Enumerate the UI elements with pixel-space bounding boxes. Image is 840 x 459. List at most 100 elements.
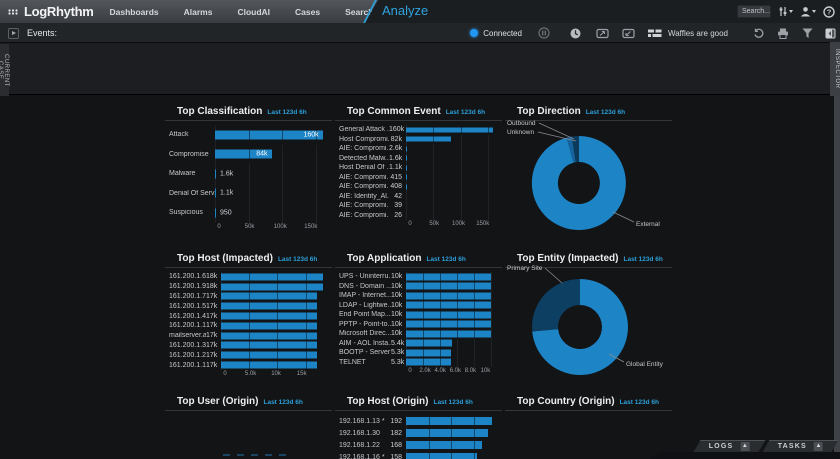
- bar[interactable]: [221, 322, 317, 329]
- gridline: [429, 415, 430, 427]
- bar[interactable]: [221, 332, 317, 339]
- gridline: [423, 348, 424, 358]
- x-axis: 02.0k4.0k6.0k8.0k10k: [410, 367, 490, 376]
- bar[interactable]: [406, 417, 492, 425]
- current-case-tab[interactable]: CURRENT CASE: [0, 44, 9, 96]
- bar-value: 17k: [206, 313, 221, 320]
- inspector-tab[interactable]: INSPECTOR: [830, 42, 840, 96]
- toolbar-actions: Connected: [470, 23, 840, 43]
- gridline: [491, 291, 492, 301]
- collapse-panel-button[interactable]: [825, 28, 836, 39]
- bar[interactable]: [406, 429, 488, 437]
- bar-plot-area: [406, 358, 496, 368]
- inspector-panel-edge[interactable]: [834, 96, 840, 459]
- nav-item-cases[interactable]: Cases: [295, 7, 320, 17]
- panel-header: Top User (Origin)Last 123d 6h: [165, 389, 332, 411]
- gridline: [488, 163, 489, 173]
- donut-slice-primary-site[interactable]: [532, 279, 580, 332]
- help-button[interactable]: ?: [823, 6, 835, 18]
- gridline: [440, 358, 441, 368]
- bar-row: UPS - Uninterru...10k: [339, 272, 496, 282]
- bar[interactable]: [406, 359, 451, 366]
- bar[interactable]: [215, 189, 216, 198]
- bar[interactable]: [406, 302, 491, 309]
- bar[interactable]: [406, 273, 491, 280]
- nav-item-alarms[interactable]: Alarms: [184, 7, 213, 17]
- panel-title: Top Application: [347, 253, 421, 264]
- pause-button[interactable]: [538, 27, 550, 39]
- popout-icon[interactable]: ▲: [814, 442, 823, 451]
- logrhythm-logo[interactable]: LogRhythm: [8, 4, 94, 19]
- bar[interactable]: [406, 349, 451, 356]
- gridline: [423, 339, 424, 349]
- print-button[interactable]: [777, 28, 789, 39]
- bar[interactable]: [221, 273, 323, 280]
- bar-plot-area: [221, 311, 326, 321]
- bar[interactable]: [406, 441, 482, 449]
- donut-slice-label: Global Entity: [626, 361, 664, 368]
- user-menu[interactable]: [800, 6, 816, 17]
- bar[interactable]: [406, 453, 477, 459]
- svg-text:?: ?: [827, 7, 832, 16]
- clock-icon: [570, 28, 581, 39]
- bar[interactable]: [221, 303, 317, 310]
- popout-icon[interactable]: ▲: [740, 442, 749, 451]
- bar-chart: 192.168.1.13 *192192.168.1.30182192.168.…: [335, 411, 502, 459]
- bar[interactable]: [221, 342, 317, 349]
- bar[interactable]: [215, 169, 216, 178]
- nav-item-dashboards[interactable]: Dashboards: [110, 7, 159, 17]
- bar[interactable]: [406, 127, 493, 132]
- bar[interactable]: [215, 208, 216, 217]
- gridline: [457, 339, 458, 349]
- bar[interactable]: [406, 156, 407, 161]
- logs-tab[interactable]: LOGS ▲: [694, 440, 766, 452]
- events-timeline[interactable]: 8.1k4.1k0Dec 31Jan 07Jan 14Jan 21Jan 28F…: [0, 43, 840, 95]
- bar[interactable]: [221, 293, 317, 300]
- time-range-button[interactable]: [570, 28, 581, 39]
- bar[interactable]: [406, 137, 451, 142]
- bar-row: Malware1.6k: [169, 164, 326, 184]
- bar-value: 84k: [256, 151, 267, 158]
- bar[interactable]: [221, 313, 317, 320]
- gridline: [474, 348, 475, 358]
- bar[interactable]: [406, 165, 407, 170]
- gridline: [451, 415, 452, 427]
- bar-row: 192.168.1.22168: [339, 439, 496, 451]
- gridline: [474, 439, 475, 451]
- events-panel-icon[interactable]: [8, 28, 19, 39]
- bar-category-label: AIE: Compromi...: [339, 183, 389, 190]
- bar[interactable]: [406, 321, 491, 328]
- tasks-tab[interactable]: TASKS ▲: [762, 440, 838, 452]
- bar[interactable]: [221, 362, 317, 369]
- layout-button[interactable]: [648, 29, 662, 38]
- nav-item-analyze[interactable]: Analyze: [382, 3, 428, 18]
- search-input[interactable]: Search...: [737, 5, 771, 18]
- nav-item-cloudai[interactable]: CloudAI: [237, 7, 270, 17]
- bar[interactable]: [406, 340, 452, 347]
- export-view-button[interactable]: [596, 28, 609, 39]
- gridline: [451, 427, 452, 439]
- x-axis-tick: 150k: [304, 224, 317, 230]
- logrhythm-logo-icon: [8, 6, 20, 17]
- filter-button[interactable]: [802, 28, 813, 39]
- gridline: [440, 272, 441, 282]
- bar[interactable]: [221, 352, 317, 359]
- bar-plot-area: [221, 282, 326, 292]
- bar-category-label: Compromise: [169, 151, 215, 158]
- gridline: [429, 427, 430, 439]
- bar[interactable]: [406, 292, 491, 299]
- bar[interactable]: [221, 283, 323, 290]
- bar[interactable]: [406, 283, 491, 290]
- bar[interactable]: [406, 146, 407, 151]
- bar[interactable]: [406, 311, 491, 318]
- undo-button[interactable]: [753, 28, 764, 39]
- bar[interactable]: [406, 330, 491, 337]
- nav-item-searches[interactable]: Searches: [345, 7, 383, 17]
- gridline: [474, 339, 475, 349]
- bar-value: 82k: [389, 136, 406, 143]
- import-view-button[interactable]: [622, 28, 635, 39]
- preferences-menu[interactable]: [778, 6, 793, 17]
- bar-category-label: 161.200.1.6: [169, 273, 206, 280]
- bar-chart: General Attack ...160kHost Compromi...82…: [335, 121, 502, 229]
- bar-plot-area: 1.1k: [215, 184, 326, 204]
